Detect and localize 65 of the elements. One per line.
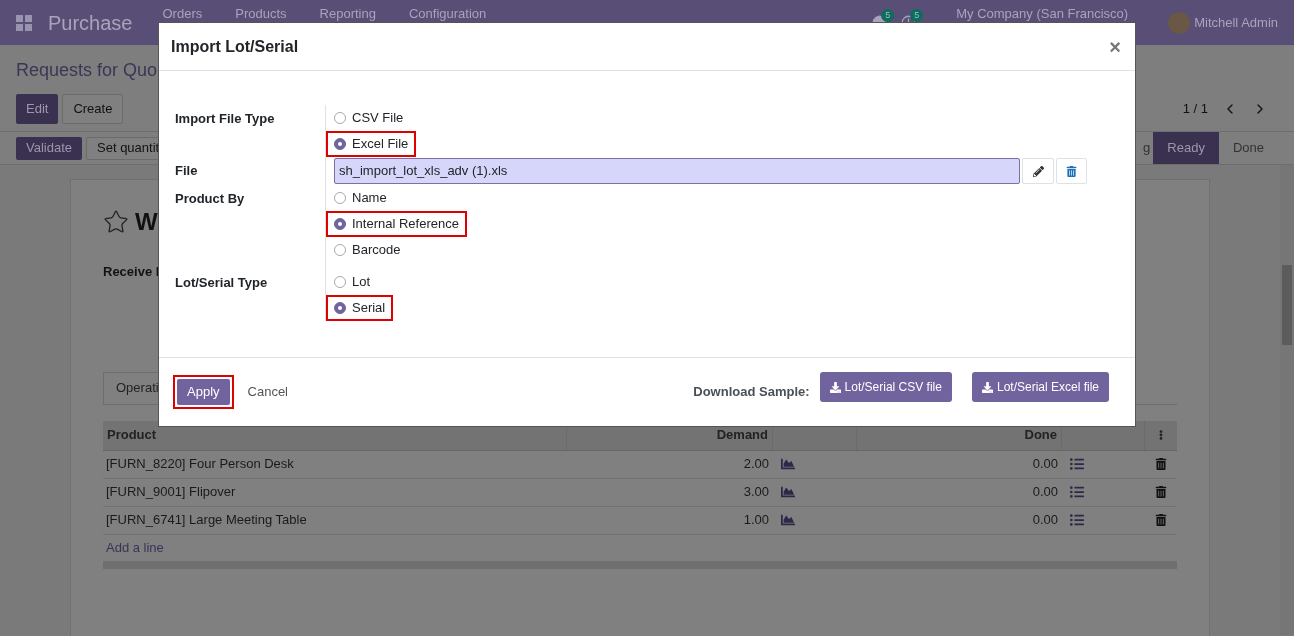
menu-item[interactable]: Products xyxy=(235,4,287,24)
radio-option[interactable]: Internal Reference xyxy=(326,211,467,237)
field-label: Lot/Serial Type xyxy=(175,275,268,290)
delete-icon[interactable] xyxy=(1155,486,1167,498)
table-cell-text: 0.00 xyxy=(1031,483,1059,502)
table-cell-text: 2.00 xyxy=(742,455,770,474)
forecast-icon[interactable] xyxy=(781,457,795,471)
pencil-icon xyxy=(1032,165,1044,177)
table-cell-text: 1.00 xyxy=(742,511,770,530)
cancel-button[interactable]: Cancel xyxy=(245,382,290,402)
forecast-icon[interactable] xyxy=(781,513,795,527)
pager: 1 / 1 xyxy=(1182,100,1208,119)
radio-option[interactable]: Barcode xyxy=(326,237,409,263)
table-cell-text: [FURN_8220] Four Person Desk xyxy=(105,455,295,474)
table-cell-text: [FURN_6741] Large Meeting Table xyxy=(105,511,308,530)
download-icon xyxy=(829,381,841,393)
status-step[interactable]: Ready xyxy=(1153,132,1219,164)
download-sample-label: Download Sample: xyxy=(693,383,810,402)
menu-item[interactable]: Reporting xyxy=(319,4,376,24)
field-label: Receive I xyxy=(103,263,160,281)
radio-option[interactable]: Name xyxy=(326,185,395,211)
field-label: Import File Type xyxy=(175,111,275,126)
field-label: File xyxy=(175,163,198,178)
file-field[interactable]: sh_import_lot_xls_adv (1).xls xyxy=(334,158,1020,184)
edit-button[interactable] xyxy=(1022,158,1054,184)
table-cell-text: 3.00 xyxy=(742,483,770,502)
apply-button[interactable]: Apply xyxy=(177,379,230,405)
details-icon[interactable] xyxy=(1070,513,1084,527)
radio-option[interactable]: CSV File xyxy=(326,105,412,131)
field-label: Product By xyxy=(175,191,245,206)
download-button[interactable]: Lot/Serial CSV file xyxy=(819,372,952,402)
edit-button[interactable]: Edit xyxy=(16,94,59,124)
table-cell-text: 0.00 xyxy=(1031,511,1059,530)
create-button[interactable]: Create xyxy=(62,94,124,124)
breadcrumb: Requests for Quo xyxy=(16,59,159,82)
table-cell-text: [FURN_9001] Flipover xyxy=(105,483,237,502)
scrollbar-thumb[interactable] xyxy=(1282,265,1292,345)
menu-item[interactable]: Orders xyxy=(162,4,203,24)
notification-count: 5 xyxy=(910,9,924,22)
validate-button[interactable]: Validate xyxy=(16,136,82,160)
download-button[interactable]: Lot/Serial Excel file xyxy=(971,372,1109,402)
trash-icon xyxy=(1066,165,1077,177)
radio-option[interactable]: Lot xyxy=(326,269,379,295)
dialog-title: Import Lot/Serial xyxy=(171,36,299,57)
app-name[interactable]: Purchase xyxy=(48,7,133,38)
record-title: W xyxy=(135,207,158,237)
radio-option[interactable]: Serial xyxy=(326,295,394,321)
forecast-icon[interactable] xyxy=(781,485,795,499)
menu-item[interactable]: Configuration xyxy=(408,4,487,24)
delete-icon[interactable] xyxy=(1155,514,1167,526)
company-name[interactable]: My Company (San Francisco) xyxy=(956,3,1129,24)
status-step[interactable]: g xyxy=(1140,132,1154,164)
close-button[interactable]: × xyxy=(1107,36,1123,57)
add-line-link[interactable]: Add a line xyxy=(106,537,164,558)
table-cell-text: 0.00 xyxy=(1031,455,1059,474)
user-name[interactable]: Mitchell Admin xyxy=(1194,12,1278,33)
delete-button[interactable] xyxy=(1056,158,1087,184)
delete-icon[interactable] xyxy=(1155,458,1167,470)
notification-count: 5 xyxy=(881,9,895,22)
download-icon xyxy=(981,381,993,393)
apps-menu-icon[interactable] xyxy=(16,14,32,31)
star-icon[interactable] xyxy=(103,209,129,235)
status-step[interactable]: Done xyxy=(1218,132,1278,164)
details-icon[interactable] xyxy=(1070,457,1084,471)
details-icon[interactable] xyxy=(1070,485,1084,499)
